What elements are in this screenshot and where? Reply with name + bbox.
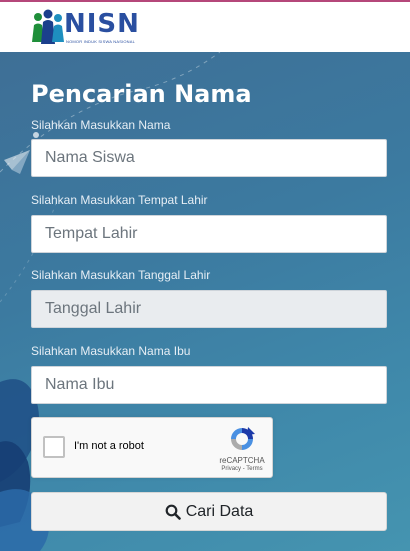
logo-wordmark: NISN (64, 9, 140, 39)
recaptcha-label: I'm not a robot (74, 440, 144, 452)
page-title: Pencarian Nama (31, 80, 252, 108)
tempat-lahir-label: Silahkan Masukkan Tempat Lahir (31, 193, 208, 207)
nama-label: Silahkan Masukkan Nama (31, 118, 171, 132)
people-logo-icon (32, 9, 64, 44)
recaptcha-checkbox[interactable] (43, 436, 65, 458)
tempat-lahir-input[interactable] (31, 215, 387, 253)
recaptcha-icon (231, 427, 255, 450)
site-header: NISN NOMOR INDUK SISWA NASIONAL (0, 0, 410, 52)
cari-data-button[interactable]: Cari Data (31, 492, 387, 531)
search-panel: Pencarian Nama Silahkan Masukkan Nama Si… (0, 52, 410, 551)
recaptcha-brand: reCAPTCHA (219, 456, 265, 465)
nama-siswa-input[interactable] (31, 139, 387, 177)
recaptcha-widget: I'm not a robot reCAPTCHA Privacy - Term… (31, 417, 273, 478)
nisn-logo[interactable]: NISN NOMOR INDUK SISWA NASIONAL (30, 8, 139, 48)
recaptcha-links[interactable]: Privacy - Terms (212, 466, 272, 472)
tanggal-lahir-input[interactable] (31, 290, 387, 328)
logo-tagline: NOMOR INDUK SISWA NASIONAL (66, 39, 136, 44)
search-icon (165, 504, 181, 520)
nama-ibu-input[interactable] (31, 366, 387, 404)
tanggal-lahir-label: Silahkan Masukkan Tanggal Lahir (31, 268, 211, 282)
nama-ibu-label: Silahkan Masukkan Nama Ibu (31, 344, 191, 358)
cari-data-label: Cari Data (185, 502, 254, 520)
